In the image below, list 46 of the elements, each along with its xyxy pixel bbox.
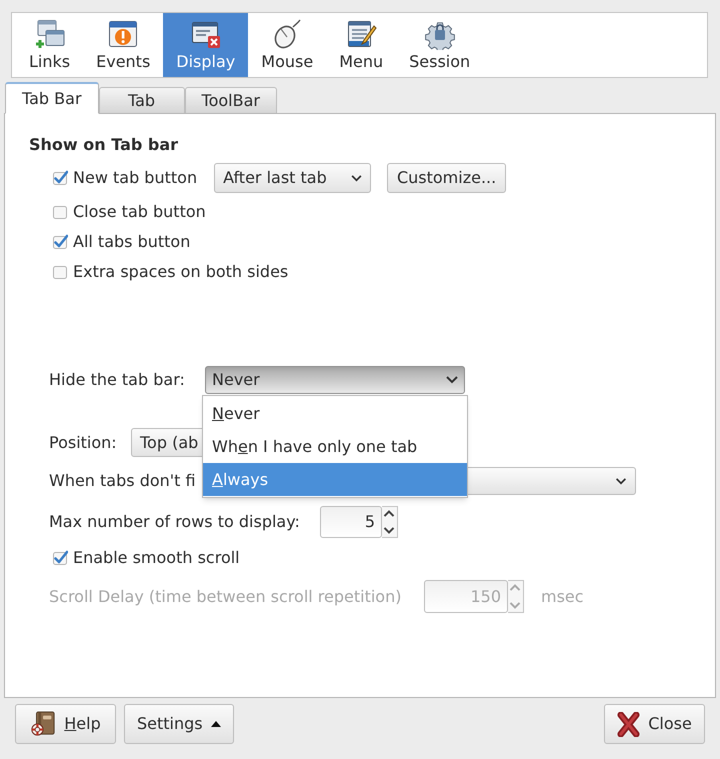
section-heading: Show on Tab bar <box>29 135 178 155</box>
checkbox-label[interactable]: New tab button <box>73 166 198 190</box>
dropdown[interactable]: Never <box>205 366 465 394</box>
checkbox[interactable] <box>52 550 68 566</box>
linked-windows-icon <box>34 18 66 50</box>
checkbox[interactable] <box>52 170 68 186</box>
tab[interactable]: ToolBar <box>184 87 277 113</box>
checkbox[interactable] <box>52 234 68 250</box>
tab[interactable]: Tab <box>98 87 185 113</box>
chevron-down-icon <box>446 376 458 384</box>
toolbar-item[interactable]: Menu <box>326 13 396 77</box>
chevron-down-icon <box>351 174 362 182</box>
close-icon <box>617 712 640 736</box>
tab[interactable]: Tab Bar <box>5 82 99 114</box>
customize-button[interactable]: Customize... <box>387 163 506 193</box>
field-label: Hide the tab bar: <box>49 370 185 389</box>
checkbox-label[interactable]: Extra spaces on both sides <box>73 260 288 284</box>
checkbox-label[interactable]: All tabs button <box>73 230 190 254</box>
toolbar-item[interactable]: Events <box>83 13 164 77</box>
field-label: Scroll Delay (time between scroll repetition) <box>49 586 402 606</box>
spin-up-icon[interactable] <box>382 509 396 518</box>
number-field[interactable]: 5 <box>320 506 382 538</box>
spin-down-icon[interactable] <box>382 526 396 535</box>
unit-label: msec <box>541 586 584 608</box>
close-button[interactable]: Close <box>604 704 705 744</box>
dropdown-option[interactable]: When I have only one tab <box>203 430 467 463</box>
dropdown[interactable]: After last tab <box>214 163 372 193</box>
window-pencil-icon <box>345 18 378 50</box>
field-label: When tabs don't fi <box>49 471 196 490</box>
checkbox[interactable] <box>52 264 68 280</box>
chevron-down-icon <box>615 478 627 484</box>
alert-window-icon <box>107 18 140 50</box>
dropdown-option[interactable]: Never <box>203 397 467 430</box>
field-label: Max number of rows to display: <box>49 512 300 531</box>
settings-menu-button[interactable]: Settings <box>124 704 234 744</box>
field-label: Position: <box>49 432 117 452</box>
caret-up-icon <box>210 721 221 727</box>
toolbar-item[interactable]: Session <box>396 13 484 77</box>
toolbar-item[interactable]: Links <box>16 13 84 77</box>
checkbox-label[interactable]: Enable smooth scroll <box>73 546 240 570</box>
checkbox[interactable] <box>52 204 68 220</box>
book-lifebuoy-icon <box>30 711 56 737</box>
help-button[interactable]: Help <box>15 704 116 744</box>
checkbox-label[interactable]: Close tab button <box>73 200 206 224</box>
toolbar-item[interactable]: Display <box>163 13 248 77</box>
toolbar-item[interactable]: Mouse <box>248 13 326 77</box>
